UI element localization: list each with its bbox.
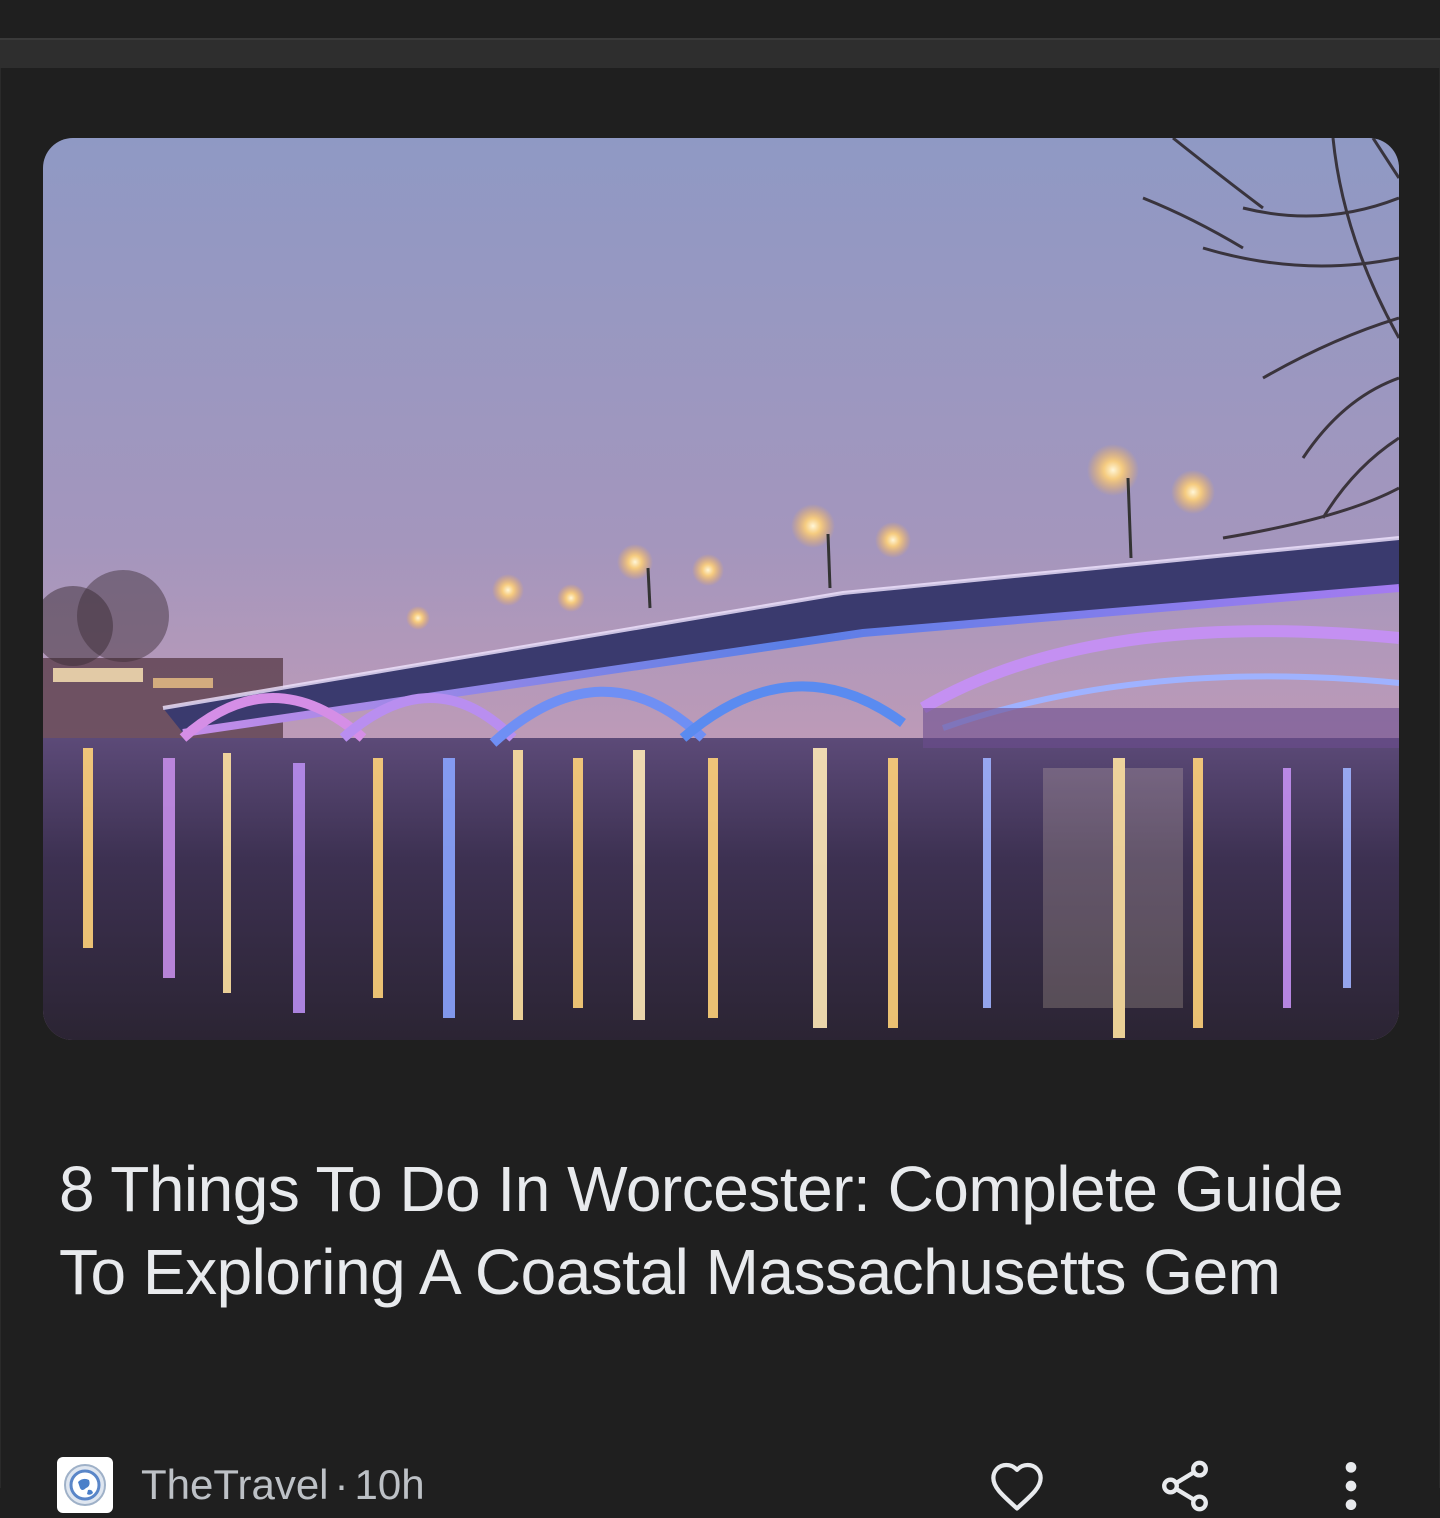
article-card[interactable]: 8 Things To Do In Worcester: Complete Gu… bbox=[0, 68, 1440, 1513]
heart-outline-icon bbox=[991, 1462, 1043, 1511]
more-vert-icon bbox=[1345, 1462, 1357, 1510]
meta-separator: · bbox=[334, 1461, 349, 1508]
source-logo-icon[interactable] bbox=[57, 1457, 113, 1513]
like-button[interactable] bbox=[985, 1454, 1049, 1518]
article-footer: TheTravel · 10h bbox=[1, 1454, 1440, 1516]
feed-divider bbox=[0, 38, 1440, 68]
article-headline[interactable]: 8 Things To Do In Worcester: Complete Gu… bbox=[59, 1148, 1379, 1314]
source-name[interactable]: TheTravel bbox=[141, 1461, 329, 1508]
article-meta: TheTravel · 10h bbox=[141, 1462, 425, 1508]
article-age: 10h bbox=[354, 1461, 425, 1508]
more-options-button[interactable] bbox=[1319, 1454, 1383, 1518]
top-strip bbox=[0, 0, 1440, 38]
share-icon bbox=[1162, 1460, 1208, 1512]
share-button[interactable] bbox=[1153, 1454, 1217, 1518]
article-image[interactable] bbox=[43, 138, 1399, 1040]
